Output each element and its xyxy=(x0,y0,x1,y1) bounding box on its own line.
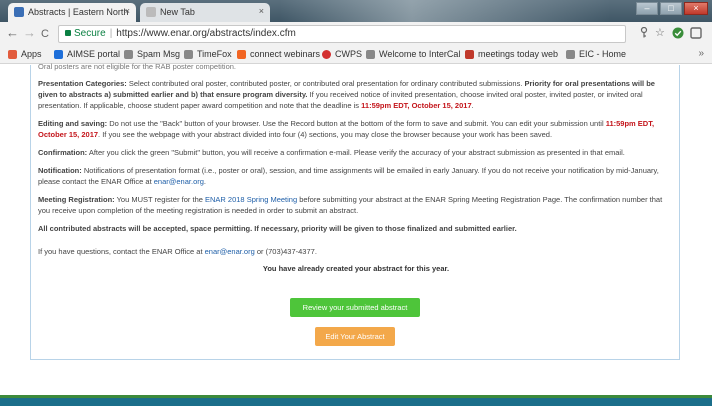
timefox-icon xyxy=(184,49,193,59)
registration-label: Meeting Registration: xyxy=(38,195,115,204)
bookmark-label: connect webinars xyxy=(250,49,321,59)
tab-new-tab[interactable]: New Tab × xyxy=(140,3,270,22)
star-icon[interactable]: ☆ xyxy=(655,27,665,40)
notification-text: Notifications of presentation format (i.… xyxy=(38,166,659,186)
bookmark-meetings-today[interactable]: meetings today web xyxy=(465,49,558,59)
bookmark-cwps[interactable]: CWPS xyxy=(322,49,362,59)
key-icon[interactable] xyxy=(640,26,648,42)
bookmark-label: TimeFox xyxy=(197,49,232,59)
bookmark-label: Welcome to InterCal xyxy=(379,49,461,59)
tab-strip-background xyxy=(280,0,610,22)
bookmark-label: meetings today web xyxy=(478,49,559,59)
bookmark-apps[interactable]: Apps xyxy=(8,49,42,59)
reload-button[interactable]: C xyxy=(41,27,49,41)
editing-label: Editing and saving: xyxy=(38,119,108,128)
secure-label: Secure xyxy=(74,28,106,39)
aimse-icon xyxy=(54,49,63,59)
url-text: https://www.enar.org/abstracts/index.cfm xyxy=(116,28,296,39)
bookmark-timefox[interactable]: TimeFox xyxy=(184,49,232,59)
acceptance-notice: All contributed abstracts will be accept… xyxy=(38,224,517,233)
categories-end: . xyxy=(471,101,474,110)
editing-saving-paragraph: Editing and saving: Do not use the "Back… xyxy=(38,118,674,140)
meetings-today-icon xyxy=(465,49,474,59)
bookmark-label: CWPS xyxy=(335,49,362,59)
tab-abstracts[interactable]: Abstracts | Eastern North × xyxy=(8,3,136,22)
categories-text: Select contributed oral poster, contribu… xyxy=(126,79,525,88)
page-content: Oral posters are not eligible for the RA… xyxy=(0,62,712,406)
bookmark-connect-webinars[interactable]: connect webinars xyxy=(237,49,320,59)
tab-close-icon[interactable]: × xyxy=(259,6,264,16)
tab-close-icon[interactable]: × xyxy=(125,6,130,16)
back-button[interactable]: ← xyxy=(6,26,19,40)
enar-email-link[interactable]: enar@enar.org xyxy=(154,177,204,186)
already-created-message: You have already created your abstract f… xyxy=(262,264,450,273)
confirmation-label: Confirmation: xyxy=(38,148,88,157)
page-icon xyxy=(566,49,575,59)
spring-meeting-link[interactable]: ENAR 2018 Spring Meeting xyxy=(205,195,297,204)
browser-toolbar: ← → C Secure | https://www.enar.org/abstra… xyxy=(0,22,712,46)
presentation-categories-paragraph: Presentation Categories: Select contribu… xyxy=(38,78,674,111)
close-window-button[interactable]: × xyxy=(684,2,708,15)
extension-square-icon[interactable] xyxy=(690,27,702,43)
apps-grid-icon xyxy=(8,49,17,59)
bookmark-label: EIC - Home xyxy=(579,49,627,59)
confirmation-text: After you click the green "Submit" butto… xyxy=(87,148,625,157)
notification-paragraph: Notification: Notifications of presentat… xyxy=(38,165,674,187)
editing-text-2: . If you see the webpage with your abstr… xyxy=(98,130,553,139)
maximize-button[interactable]: □ xyxy=(660,2,682,15)
editing-text: Do not use the "Back" button of your bro… xyxy=(107,119,606,128)
bookmark-label: Apps xyxy=(21,49,42,59)
enar-favicon-icon xyxy=(14,7,24,17)
minimize-button[interactable]: – xyxy=(636,2,658,15)
contact-text-2: or (703)437-4377. xyxy=(254,247,317,256)
bookmarks-overflow-icon[interactable]: » xyxy=(698,48,704,59)
browser-tab-strip: Abstracts | Eastern North × New Tab × – … xyxy=(0,0,712,22)
page-footer-bar xyxy=(0,395,712,406)
contact-email-link[interactable]: enar@enar.org xyxy=(205,247,255,256)
categories-label: Presentation Categories: xyxy=(38,79,127,88)
bookmark-aimse-portal[interactable]: AIMSE portal xyxy=(54,49,120,59)
bookmark-welcome-intercall[interactable]: Welcome to InterCal xyxy=(366,49,460,59)
edit-abstract-button[interactable]: Edit Your Abstract xyxy=(315,327,395,346)
forward-button[interactable]: → xyxy=(23,26,36,40)
instructions-text: Oral posters are not eligible for the RA… xyxy=(38,62,674,274)
notification-end: . xyxy=(203,177,207,186)
cutoff-line: Oral posters are not eligible for the RA… xyxy=(38,62,237,71)
mail-icon xyxy=(124,49,133,59)
page-icon xyxy=(366,49,375,59)
tab-title: Abstracts | Eastern North xyxy=(28,7,129,17)
confirmation-paragraph: Confirmation: After you click the green … xyxy=(38,147,674,158)
bookmark-eic-home[interactable]: EIC - Home xyxy=(566,49,626,59)
address-separator: | xyxy=(109,28,113,39)
registration-text: You MUST register for the xyxy=(114,195,205,204)
categories-deadline: 11:59pm EDT, October 15, 2017 xyxy=(361,101,472,110)
extension-check-icon[interactable] xyxy=(672,27,684,43)
registration-paragraph: Meeting Registration: You MUST register … xyxy=(38,194,674,216)
review-abstract-button[interactable]: Review your submitted abstract xyxy=(290,298,420,317)
contact-paragraph: If you have questions, contact the ENAR … xyxy=(38,246,674,257)
notification-label: Notification: xyxy=(38,166,82,175)
abstract-info-panel: Oral posters are not eligible for the RA… xyxy=(30,62,680,360)
contact-text: If you have questions, contact the ENAR … xyxy=(38,247,205,256)
bookmark-label: AIMSE portal xyxy=(67,49,121,59)
lock-icon xyxy=(65,30,71,36)
new-tab-favicon-icon xyxy=(146,7,156,17)
address-bar[interactable]: Secure | https://www.enar.org/abstracts/in… xyxy=(58,25,626,43)
cwps-icon xyxy=(322,49,331,59)
bookmark-spam-msg[interactable]: Spam Msg xyxy=(124,49,180,59)
bookmark-label: Spam Msg xyxy=(137,49,181,59)
tab-title: New Tab xyxy=(160,7,195,17)
connect-icon xyxy=(237,49,246,59)
